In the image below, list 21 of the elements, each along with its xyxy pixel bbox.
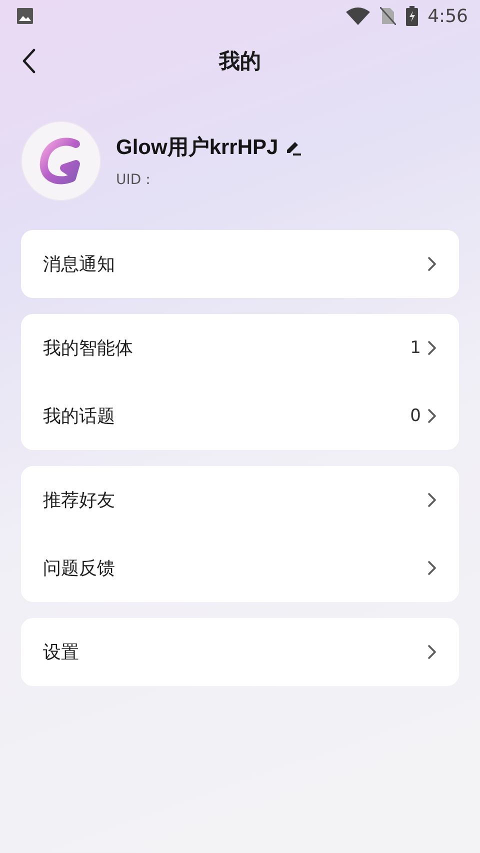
chevron-right-icon (427, 560, 437, 576)
chevron-right-icon (427, 340, 437, 356)
user-name: Glow用户krrHPJ (116, 134, 278, 161)
menu-item[interactable]: 消息通知 (21, 230, 459, 298)
page-title: 我的 (219, 48, 261, 75)
chevron-right-icon (427, 492, 437, 508)
image-icon (16, 7, 34, 25)
menu-item[interactable]: 我的话题 0 (21, 382, 459, 450)
user-uid: UID： (116, 171, 156, 189)
chevron-right-icon (427, 256, 437, 272)
menu-item[interactable]: 推荐好友 (21, 466, 459, 534)
back-icon (22, 48, 36, 74)
chevron-right-icon (427, 408, 437, 424)
battery-icon (406, 6, 418, 26)
status-time: 4:56 (428, 6, 468, 26)
menu-item[interactable]: 问题反馈 (21, 534, 459, 602)
menu-item[interactable]: 设置 (21, 618, 459, 686)
wifi-icon (346, 7, 370, 25)
chevron-right-icon (427, 644, 437, 660)
no-sim-icon (380, 7, 396, 25)
menu-item[interactable]: 我的智能体 1 (21, 314, 459, 382)
